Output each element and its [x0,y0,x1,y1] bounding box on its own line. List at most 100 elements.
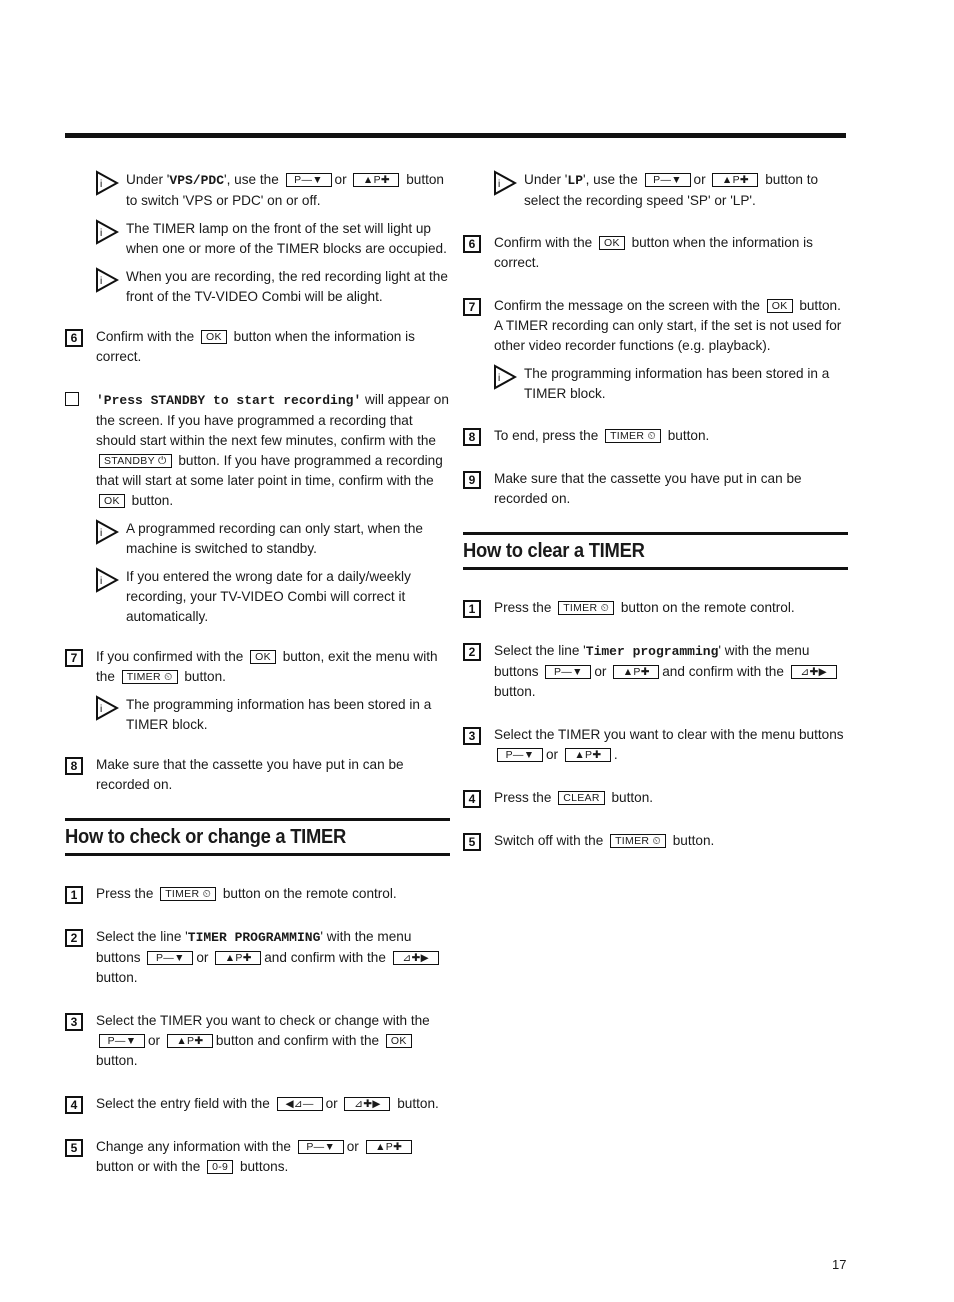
step-7: 7 Confirm the message on the screen with… [463,296,848,356]
ok-key: OK [201,330,227,344]
step-number: 2 [463,643,481,661]
svg-text:i: i [100,528,102,539]
tip-stored: i The programming information has been s… [463,364,848,404]
menu-term: VPS/PDC [169,173,225,188]
p-minus-key: P—▼ [147,951,194,965]
step-number: 1 [65,886,83,904]
svg-text:i: i [100,276,102,287]
step-number: 3 [65,1013,83,1031]
step-number: 4 [463,790,481,808]
info-triangle-icon: i [494,170,517,196]
step-number: 3 [463,727,481,745]
section-title: How to clear a TIMER [463,540,645,562]
step-number: 2 [65,929,83,947]
step-number: 5 [65,1139,83,1157]
p-plus-key: ▲P✚ [613,665,660,679]
timer-key: TIMER ⏲ [160,887,217,901]
menu-term: Timer programming [585,644,719,659]
menu-term: LP [567,173,584,188]
svg-text:i: i [100,576,102,587]
info-triangle-icon: i [96,267,119,293]
p-plus-key: ▲P✚ [365,1140,412,1154]
menu-term: TIMER PROGRAMMING [187,930,321,945]
clear-step-4: 4 Press the CLEAR button. [463,788,848,808]
svg-text:i: i [498,373,500,384]
tip-standby-start: i A programmed recording can only start,… [65,519,450,559]
check-step-2: 2 Select the line 'TIMER PROGRAMMING' wi… [65,927,450,988]
ok-key: OK [599,236,625,250]
vol-plus-right-key: ⊿✚▶ [344,1097,391,1111]
p-plus-key: ▲P✚ [353,173,400,187]
clear-key: CLEAR [558,791,605,805]
step-number: 4 [65,1096,83,1114]
ok-key: OK [99,494,125,508]
p-plus-key: ▲P✚ [712,173,759,187]
clear-step-5: 5 Switch off with the TIMER ⏲ button. [463,831,848,851]
vol-plus-right-key: ⊿✚▶ [790,665,837,679]
info-triangle-icon: i [494,364,517,390]
p-minus-key: P—▼ [99,1034,145,1048]
info-triangle-icon: i [96,219,119,245]
step-8: 8 Make sure that the cassette you have p… [65,755,450,795]
step-9: 9 Make sure that the cassette you have p… [463,469,848,509]
tip-wrong-date: i If you entered the wrong date for a da… [65,567,450,627]
p-plus-key: ▲P✚ [166,1034,213,1048]
p-minus-key: P—▼ [644,173,691,187]
zero-nine-key: 0-9 [207,1160,234,1174]
step-number: 7 [65,649,83,667]
tip-recording-light: i When you are recording, the red record… [65,267,450,307]
section-clear: How to clear a TIMER [463,532,848,570]
clear-step-1: 1 Press the TIMER ⏲ button on the remote… [463,598,848,618]
step-7: 7 If you confirmed with the OK button, e… [65,647,450,687]
check-step-3: 3 Select the TIMER you want to check or … [65,1011,450,1071]
timer-key: TIMER ⏲ [121,670,178,684]
section-title: How to check or change a TIMER [65,826,347,848]
step-6: 6 Confirm with the OK button when the in… [65,327,450,367]
check-step-5: 5 Change any information with the P—▼ or … [65,1137,450,1177]
clear-step-2: 2 Select the line 'Timer programming' wi… [463,641,848,702]
step-number: 7 [463,298,481,316]
tip-timer-lamp: i The TIMER lamp on the front of the set… [65,219,450,259]
left-column: i Under 'VPS/PDC', use the P—▼ or ▲P✚ but… [65,170,450,1200]
screen-message: 'Press STANDBY to start recording' [96,393,362,408]
ok-key: OK [250,650,276,664]
svg-text:i: i [100,179,102,190]
right-column: i Under 'LP', use the P—▼ or ▲P✚ button t… [463,170,848,874]
step-number: 1 [463,600,481,618]
p-plus-key: ▲P✚ [215,951,262,965]
top-rule [65,133,846,138]
heading-rule [463,567,848,570]
p-minus-key: P—▼ [545,665,592,679]
step-6: 6 Confirm with the OK button when the in… [463,233,848,273]
page-number: 17 [832,1257,847,1272]
tip-stored: i The programming information has been s… [65,695,450,735]
svg-text:i: i [100,228,102,239]
svg-text:i: i [100,704,102,715]
vol-plus-right-key: ⊿✚▶ [392,951,439,965]
step-number: 5 [463,833,481,851]
tip-lp: i Under 'LP', use the P—▼ or ▲P✚ button t… [463,170,848,211]
step-number: 8 [65,757,83,775]
step-number: 8 [463,428,481,446]
info-triangle-icon: i [96,170,119,196]
step-standby: 'Press STANDBY to start recording' will … [65,390,450,511]
info-triangle-icon: i [96,695,119,721]
clear-step-3: 3 Select the TIMER you want to clear wit… [463,725,848,765]
p-minus-key: P—▼ [285,173,332,187]
check-step-4: 4 Select the entry field with the ◀⊿— or … [65,1094,450,1114]
p-plus-key: ▲P✚ [564,748,611,762]
tip-vps-pdc: i Under 'VPS/PDC', use the P—▼ or ▲P✚ but… [65,170,450,211]
info-triangle-icon: i [96,567,119,593]
check-step-1: 1 Press the TIMER ⏲ button on the remote… [65,884,450,904]
step-number: 9 [463,471,481,489]
standby-key: STANDBY ⏻ [99,454,172,468]
ok-key: OK [766,299,793,313]
heading-rule [65,853,450,856]
info-triangle-icon: i [96,519,119,545]
svg-text:i: i [498,179,500,190]
left-vol-minus-key: ◀⊿— [276,1097,323,1111]
timer-key: TIMER ⏲ [605,429,661,443]
timer-key: TIMER ⏲ [558,601,615,615]
step-number: 6 [65,329,83,347]
section-check-change: How to check or change a TIMER [65,818,450,856]
